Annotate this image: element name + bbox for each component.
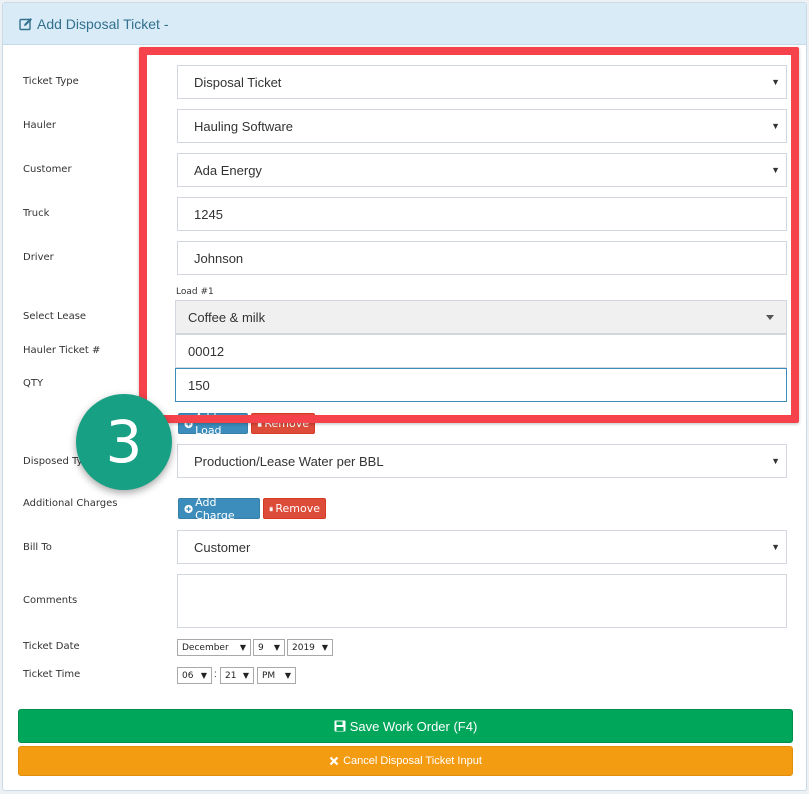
- add-charge-button[interactable]: Add Charge: [178, 495, 260, 522]
- save-work-order-button[interactable]: Save Work Order (F4): [18, 709, 793, 743]
- remove-charge-label: Remove: [275, 502, 320, 515]
- time-ampm-value: PM: [262, 670, 276, 681]
- date-day-select[interactable]: 9 ▼: [253, 639, 285, 656]
- close-icon: [329, 756, 339, 766]
- remove-charge-button[interactable]: Remove: [263, 498, 326, 519]
- disposed-type-select[interactable]: Production/Lease Water per BBL: [177, 444, 787, 478]
- time-minute-value: 21: [225, 670, 237, 681]
- label-ticket-time: Ticket Time: [23, 669, 81, 680]
- trash-icon: [269, 506, 274, 511]
- label-comments: Comments: [23, 595, 78, 606]
- date-year-value: 2019: [292, 642, 315, 653]
- dropdown-arrow-icon: ▼: [321, 643, 328, 652]
- date-year-select[interactable]: 2019 ▼: [287, 639, 333, 656]
- cancel-ticket-button[interactable]: Cancel Disposal Ticket Input: [18, 746, 793, 776]
- time-ampm-select[interactable]: PM ▼: [257, 667, 296, 684]
- label-select-lease: Select Lease: [23, 311, 87, 322]
- step-number-badge: 3: [76, 394, 172, 490]
- label-truck: Truck: [23, 208, 50, 219]
- label-bill-to: Bill To: [23, 542, 52, 553]
- cancel-label: Cancel Disposal Ticket Input: [343, 755, 482, 767]
- label-additional-charges: Additional Charges: [23, 498, 118, 509]
- date-day-value: 9: [258, 642, 264, 653]
- add-charge-label: Add Charge: [195, 495, 235, 522]
- panel-header: Add Disposal Ticket -: [3, 3, 806, 45]
- label-hauler-ticket: Hauler Ticket #: [23, 345, 101, 356]
- time-hour-select[interactable]: 06 ▼: [177, 667, 212, 684]
- label-driver: Driver: [23, 252, 54, 263]
- dropdown-arrow-icon: ▼: [200, 671, 207, 680]
- dropdown-arrow-icon: ▼: [242, 671, 249, 680]
- bill-to-select[interactable]: Customer: [177, 530, 787, 564]
- label-hauler: Hauler: [23, 120, 57, 131]
- label-ticket-date: Ticket Date: [23, 641, 80, 652]
- plus-circle-icon: [184, 504, 193, 513]
- label-qty: QTY: [23, 378, 44, 389]
- date-month-value: December: [182, 642, 229, 653]
- panel-title: Add Disposal Ticket -: [37, 15, 169, 32]
- save-label: Save Work Order (F4): [349, 718, 478, 734]
- label-ticket-type: Ticket Type: [23, 76, 79, 87]
- highlight-box: [139, 47, 799, 423]
- dropdown-arrow-icon: ▼: [284, 671, 291, 680]
- time-hour-value: 06: [182, 670, 194, 681]
- label-customer: Customer: [23, 164, 72, 175]
- save-icon: [334, 720, 346, 732]
- time-minute-select[interactable]: 21 ▼: [220, 667, 254, 684]
- dropdown-arrow-icon: ▼: [273, 643, 280, 652]
- time-separator: :: [214, 669, 217, 680]
- date-month-select[interactable]: December ▼: [177, 639, 251, 656]
- dropdown-arrow-icon: ▼: [239, 643, 246, 652]
- comments-textarea[interactable]: [177, 574, 787, 628]
- edit-icon: [19, 17, 32, 30]
